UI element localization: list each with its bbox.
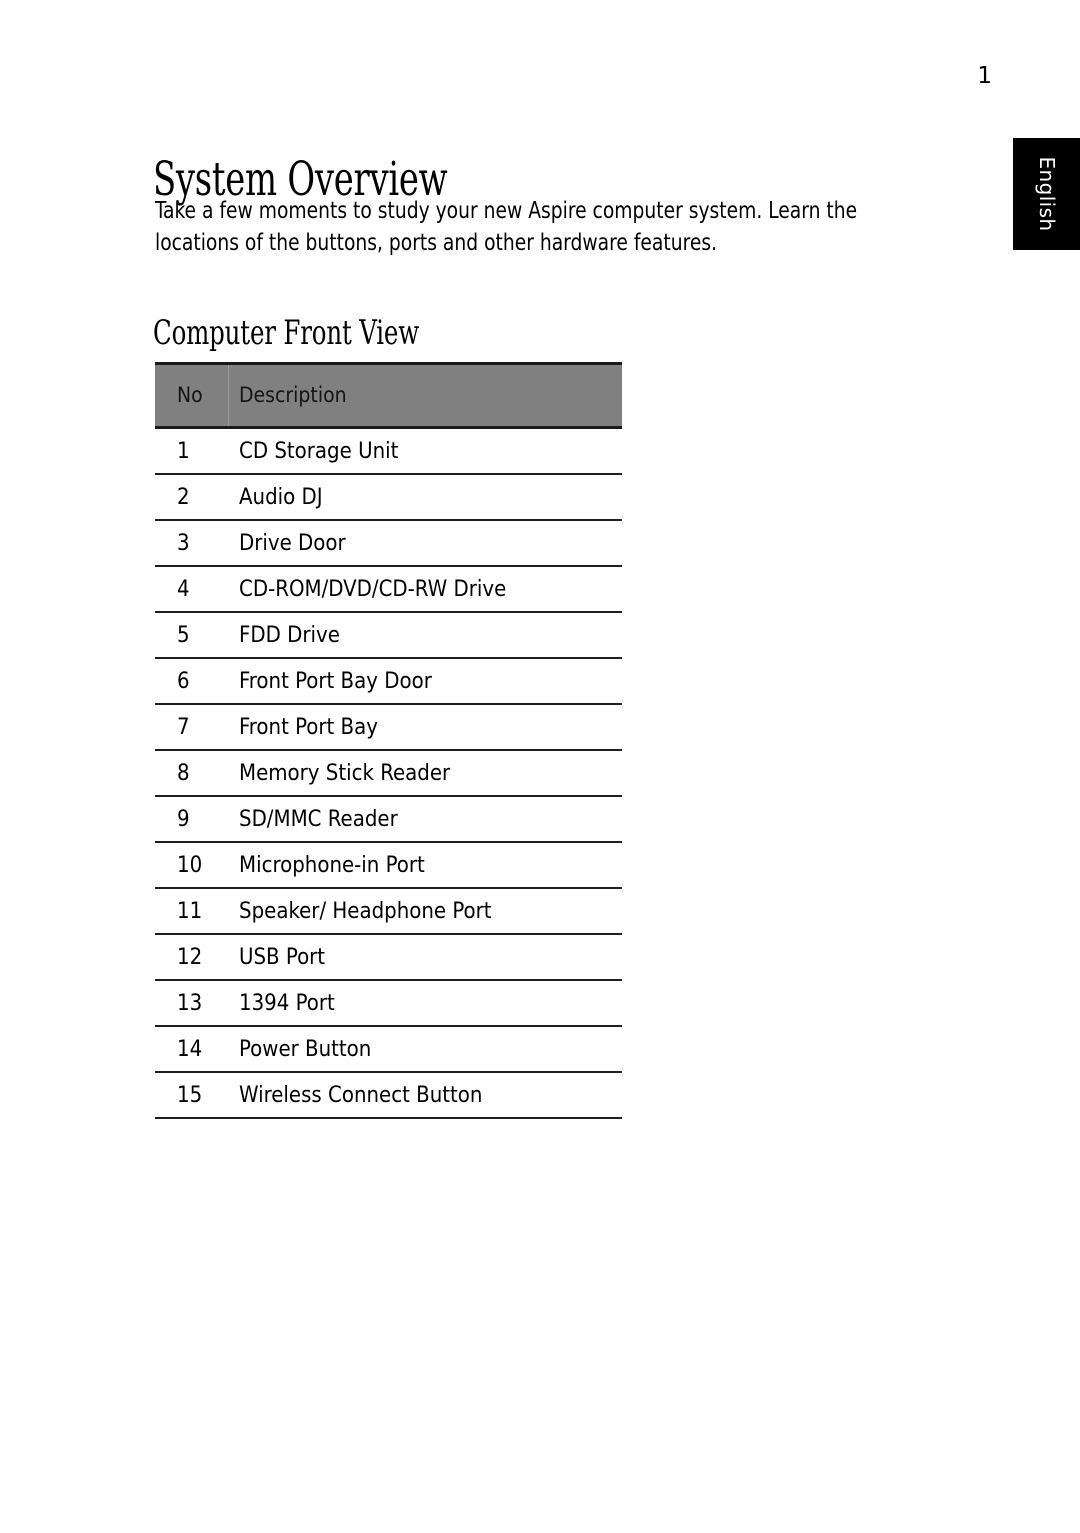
table-row: 13 1394 Port (155, 981, 622, 1027)
table-cell-description: Front Port Bay (239, 715, 378, 740)
table-row: 4 CD-ROM/DVD/CD-RW Drive (155, 567, 622, 613)
table-cell-no: 14 (177, 1037, 203, 1062)
intro-paragraph: Take a few moments to study your new Asp… (155, 194, 1075, 258)
table-cell-no: 13 (177, 991, 203, 1016)
table-cell-description: Audio DJ (239, 485, 323, 510)
table-cell-description: Drive Door (239, 531, 346, 556)
table-cell-no: 12 (177, 945, 203, 970)
table-row: 2 Audio DJ (155, 475, 622, 521)
table-header-no: No (177, 383, 203, 407)
table-cell-no: 10 (177, 853, 203, 878)
table-row: 8 Memory Stick Reader (155, 751, 622, 797)
table-body: 1 CD Storage Unit 2 Audio DJ 3 Drive Door 4 CD-… (155, 429, 622, 1119)
table-cell-description: Wireless Connect Button (239, 1083, 483, 1108)
table-row: 7 Front Port Bay (155, 705, 622, 751)
table-cell-description: CD Storage Unit (239, 439, 399, 464)
table-cell-no: 2 (177, 485, 190, 510)
table-cell-no: 1 (177, 439, 190, 464)
table-cell-no: 9 (177, 807, 190, 832)
front-view-parts-table: No Description 1 CD Storage Unit 2 Audio DJ… (155, 362, 622, 1119)
table-cell-description: Power Button (239, 1037, 372, 1062)
table-row: 6 Front Port Bay Door (155, 659, 622, 705)
table-row: 12 USB Port (155, 935, 622, 981)
table-row: 14 Power Button (155, 1027, 622, 1073)
table-header-row: No Description (155, 362, 622, 429)
table-row: 11 Speaker/ Headphone Port (155, 889, 622, 935)
table-row: 5 FDD Drive (155, 613, 622, 659)
table-cell-description: 1394 Port (239, 991, 335, 1016)
page-number: 1 (977, 63, 992, 89)
intro-line-1: Take a few moments to study your new Asp… (155, 196, 858, 224)
table-cell-description: Microphone-in Port (239, 853, 425, 878)
table-row: 15 Wireless Connect Button (155, 1073, 622, 1119)
table-cell-description: USB Port (239, 945, 326, 970)
table-cell-description: CD-ROM/DVD/CD-RW Drive (239, 577, 507, 602)
table-row: 9 SD/MMC Reader (155, 797, 622, 843)
table-cell-no: 7 (177, 715, 190, 740)
table-cell-description: Front Port Bay Door (239, 669, 432, 694)
table-cell-no: 3 (177, 531, 190, 556)
intro-line-2: locations of the buttons, ports and othe… (155, 228, 718, 256)
table-row: 3 Drive Door (155, 521, 622, 567)
table-row: 1 CD Storage Unit (155, 429, 622, 475)
table-cell-description: Speaker/ Headphone Port (239, 899, 492, 924)
table-cell-description: Memory Stick Reader (239, 761, 451, 786)
table-cell-description: FDD Drive (239, 623, 340, 648)
section-subtitle: Computer Front View (153, 313, 420, 354)
table-cell-no: 11 (177, 899, 203, 924)
table-cell-no: 15 (177, 1083, 203, 1108)
table-cell-description: SD/MMC Reader (239, 807, 398, 832)
table-cell-no: 4 (177, 577, 190, 602)
table-cell-no: 5 (177, 623, 190, 648)
table-cell-no: 8 (177, 761, 190, 786)
table-cell-no: 6 (177, 669, 190, 694)
table-header-divider (228, 365, 229, 426)
table-row: 10 Microphone-in Port (155, 843, 622, 889)
table-header-description: Description (239, 383, 347, 407)
document-page: 1 English System Overview Take a few mom… (0, 0, 1080, 1533)
